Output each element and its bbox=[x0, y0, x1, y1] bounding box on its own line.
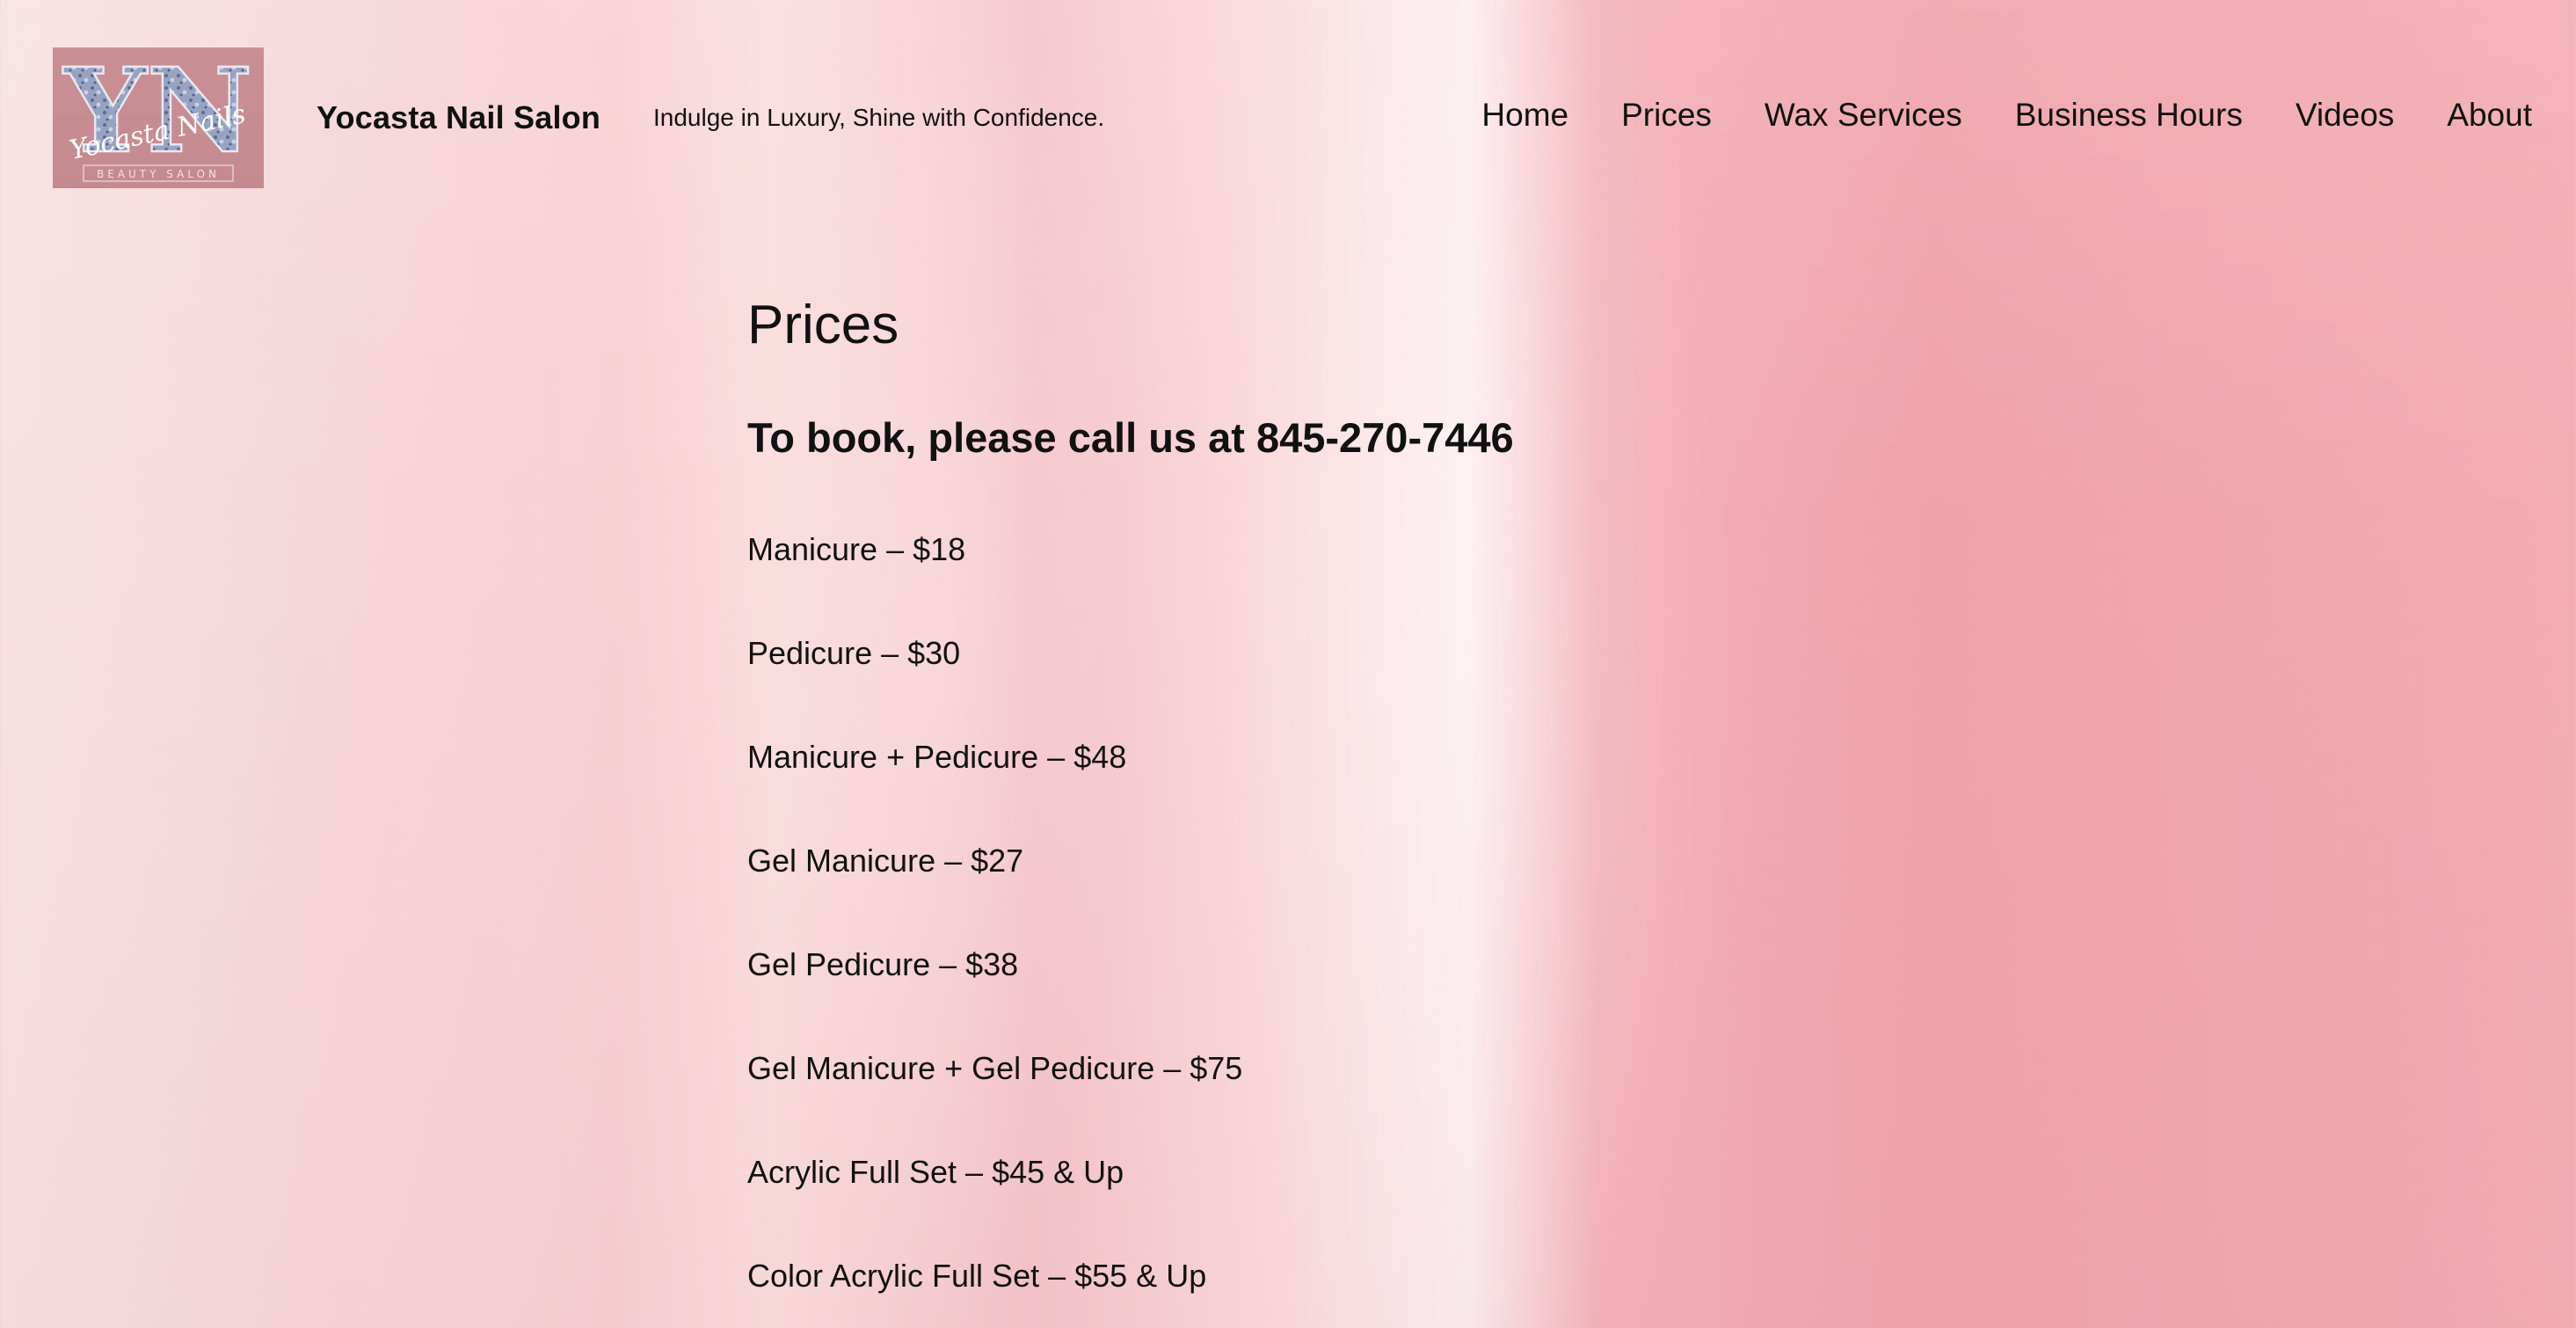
price-list: Manicure – $18 Pedicure – $30 Manicure +… bbox=[747, 530, 1242, 1328]
nav-business-hours[interactable]: Business Hours bbox=[2015, 97, 2243, 134]
page-title: Prices bbox=[747, 295, 899, 355]
logo-subtext: BEAUTY SALON bbox=[97, 168, 220, 180]
nav-about[interactable]: About bbox=[2447, 97, 2532, 134]
price-item-gel-combo: Gel Manicure + Gel Pedicure – $75 bbox=[747, 1050, 1243, 1086]
main-navigation: Home Prices Wax Services Business Hours … bbox=[1481, 97, 2532, 134]
site-logo[interactable]: YN Yocasta Nails BEAUTY SALON bbox=[53, 47, 264, 188]
price-item-gel-manicure: Gel Manicure – $27 bbox=[747, 843, 1024, 879]
price-item-gel-pedicure: Gel Pedicure – $38 bbox=[747, 946, 1019, 982]
nav-wax-services[interactable]: Wax Services bbox=[1765, 97, 1962, 134]
price-item-pedicure: Pedicure – $30 bbox=[747, 635, 961, 671]
nav-videos[interactable]: Videos bbox=[2296, 97, 2394, 134]
price-item-manicure: Manicure – $18 bbox=[747, 531, 966, 567]
site-tagline: Indulge in Luxury, Shine with Confidence… bbox=[653, 104, 1105, 131]
price-item-manicure-pedicure: Manicure + Pedicure – $48 bbox=[747, 739, 1127, 775]
nav-prices[interactable]: Prices bbox=[1621, 97, 1712, 134]
booking-info: To book, please call us at 845-270-7446 bbox=[747, 414, 1514, 461]
site-header: YN Yocasta Nails BEAUTY SALON Yocasta Na… bbox=[0, 0, 2576, 237]
nav-home[interactable]: Home bbox=[1481, 97, 1568, 134]
price-item-color-acrylic-full-set: Color Acrylic Full Set – $55 & Up bbox=[747, 1258, 1207, 1294]
price-item-acrylic-full-set: Acrylic Full Set – $45 & Up bbox=[747, 1154, 1124, 1190]
logo-mark-icon: YN Yocasta Nails BEAUTY SALON bbox=[61, 47, 254, 182]
main-content: Prices To book, please call us at 845-27… bbox=[747, 290, 1978, 1294]
site-title[interactable]: Yocasta Nail Salon bbox=[317, 99, 600, 136]
